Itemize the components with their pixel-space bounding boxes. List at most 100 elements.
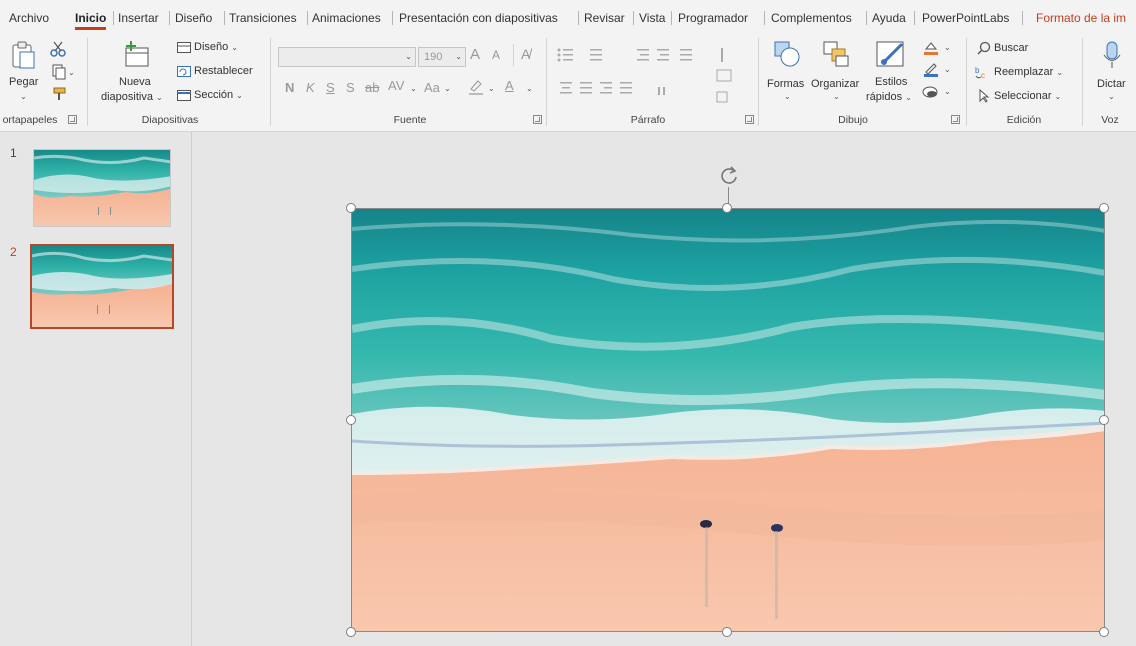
resize-handle-left[interactable] [346,415,356,425]
group-separator [1082,38,1083,126]
group-separator [966,38,967,126]
menu-separator [764,11,765,25]
change-case-button[interactable]: Aa [424,80,440,95]
menu-separator [578,11,579,25]
paste-dropdown-icon[interactable]: ⌄ [20,92,27,101]
chevron-down-icon: ⌄ [231,42,238,52]
tab-presentacion[interactable]: Presentación con diapositivas [399,11,558,25]
menu-separator [633,11,634,25]
shapes-icon[interactable] [773,40,801,68]
strikethrough-button[interactable]: ab [365,80,379,95]
quick-styles-label[interactable]: Estilos [875,76,907,88]
resize-handle-bottom-right[interactable] [1099,627,1109,637]
chevron-down-icon: ⌄ [833,92,840,101]
new-slide-button[interactable]: diapositiva ⌄ [101,91,163,103]
resize-handle-bottom-left[interactable] [346,627,356,637]
resize-handle-right[interactable] [1099,415,1109,425]
slide-image[interactable] [351,208,1105,632]
group-separator [758,38,759,126]
search-icon [977,41,991,55]
shadow-button[interactable]: S [346,80,355,95]
chevron-down-icon: ⌄ [455,52,462,61]
tab-powerpointlabs[interactable]: PowerPointLabs [922,11,1009,25]
resize-handle-top[interactable] [722,203,732,213]
format-painter-icon[interactable] [52,86,68,102]
resize-handle-bottom[interactable] [722,627,732,637]
paste-button[interactable]: Pegar [9,76,38,88]
shape-effects-icon[interactable]: ⌄ [922,84,954,100]
bold-button[interactable]: N [285,80,294,95]
resize-handle-top-right[interactable] [1099,203,1109,213]
reset-icon [177,65,191,77]
tab-revisar[interactable]: Revisar [584,11,625,25]
italic-button[interactable]: K [306,80,315,95]
quick-styles-icon[interactable] [876,40,908,70]
paste-icon[interactable] [10,40,36,70]
group-separator [546,38,547,126]
spacing-button[interactable]: AV [388,78,404,93]
tab-vista[interactable]: Vista [639,11,665,25]
tab-programador[interactable]: Programador [678,11,748,25]
chevron-down-icon: ⌄ [405,52,412,61]
layout-button[interactable]: Diseño ⌄ [177,41,238,53]
tab-formato-imagen[interactable]: Formato de la im [1036,11,1126,25]
group-label-portapapeles: ortapapeles [2,114,58,126]
microphone-icon[interactable] [1101,40,1123,70]
new-slide-icon[interactable] [121,40,151,70]
font-name-box[interactable]: ⌄ [278,47,416,67]
slide-number: 2 [10,245,17,259]
quick-styles-button[interactable]: rápidos ⌄ [866,91,912,103]
slide-canvas [193,132,1136,646]
group-label-parrafo: Párrafo [630,114,666,126]
tab-insertar[interactable]: Insertar [118,11,159,25]
paragraph-controls[interactable] [555,46,755,106]
tab-archivo[interactable]: Archivo [9,11,49,25]
dictate-button[interactable]: Dictar [1097,78,1126,90]
menu-separator [866,11,867,25]
shapes-button[interactable]: Formas [767,78,804,90]
underline-button[interactable]: S [326,80,335,95]
fuente-launcher-icon[interactable] [533,115,542,124]
font-color-button[interactable]: A [505,78,514,93]
shape-fill-icon[interactable]: ⌄ [922,40,954,56]
thumbnail-pane: 1 2 [0,132,192,646]
chevron-down-icon: ⌄ [784,92,791,101]
font-size-box[interactable]: 190 ⌄ [418,47,466,67]
tab-inicio[interactable]: Inicio [75,11,107,30]
clear-format-icon[interactable]: A̸ [521,46,530,62]
section-button[interactable]: Sección ⌄ [177,89,243,101]
arrange-button[interactable]: Organizar [811,78,859,90]
group-label-fuente: Fuente [393,114,427,126]
parrafo-launcher-icon[interactable] [745,115,754,124]
font-separator [513,44,514,66]
menu-separator [307,11,308,25]
new-slide-label[interactable]: Nueva [119,76,151,88]
shape-outline-icon[interactable]: ⌄ [922,62,954,78]
select-button[interactable]: Seleccionar ⌄ [977,89,1061,103]
grow-font-button[interactable]: A [470,46,480,63]
find-button[interactable]: Buscar [977,41,1028,55]
reset-button[interactable]: Restablecer [177,65,253,77]
replace-button[interactable]: bc Reemplazar ⌄ [975,65,1063,79]
chevron-down-icon: ⌄ [488,84,495,93]
menu-separator [224,11,225,25]
shrink-font-button[interactable]: A [492,48,500,62]
cut-icon[interactable] [50,41,66,57]
tab-ayuda[interactable]: Ayuda [872,11,906,25]
copy-icon[interactable]: ⌄ [52,64,76,80]
resize-handle-top-left[interactable] [346,203,356,213]
highlight-icon[interactable] [468,78,484,96]
tab-complementos[interactable]: Complementos [771,11,852,25]
portapapeles-launcher-icon[interactable] [68,115,77,124]
tab-animaciones[interactable]: Animaciones [312,11,381,25]
layout-label: Diseño [194,41,229,53]
tab-transiciones[interactable]: Transiciones [229,11,297,25]
menu-separator [169,11,170,25]
rotate-handle-icon[interactable] [718,164,740,186]
dibujo-launcher-icon[interactable] [951,115,960,124]
arrange-icon[interactable] [822,40,850,68]
slide-thumbnail-2[interactable] [30,244,174,329]
menu-separator [1022,11,1023,25]
slide-thumbnail-1[interactable] [33,149,171,227]
tab-diseno[interactable]: Diseño [175,11,212,25]
